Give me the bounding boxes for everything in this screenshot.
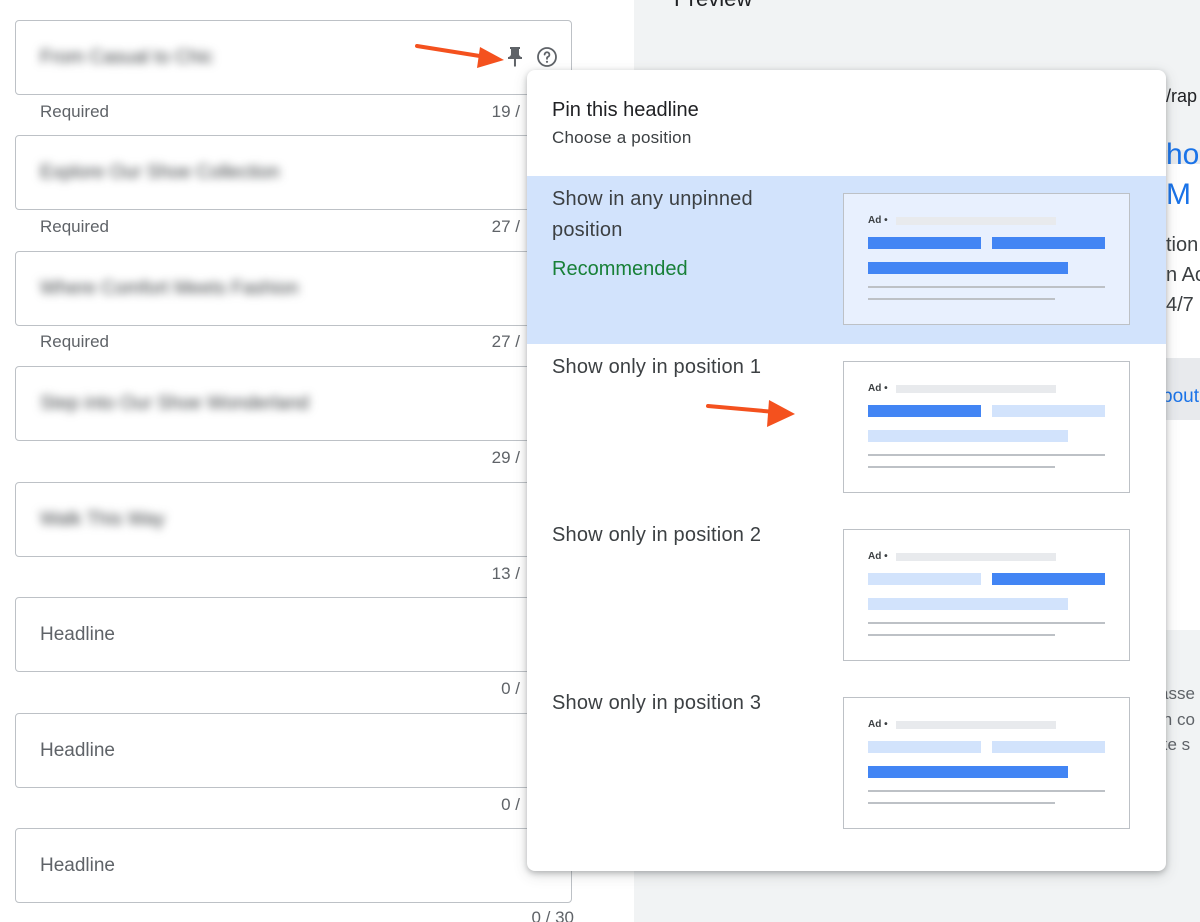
preview-link[interactable]: bout — [1162, 386, 1200, 408]
thumb-headline-2 — [992, 237, 1105, 249]
thumb-headline-2 — [992, 741, 1105, 753]
thumb-ad-label: Ad • — [868, 551, 888, 562]
thumb-headline-3 — [868, 598, 1068, 610]
headline-value: Walk This Way — [40, 508, 165, 530]
popup-title: Pin this headline — [552, 99, 699, 121]
thumb-desc-line — [868, 298, 1055, 300]
headline-placeholder: Headline — [40, 739, 115, 761]
headline-value: Step into Our Shoe Wonderland — [40, 392, 309, 414]
ad-layout-thumbnail: Ad • — [843, 697, 1130, 829]
option-label: Show only in position 2 — [552, 524, 762, 546]
help-circle-icon[interactable] — [535, 45, 559, 69]
thumb-desc-line — [868, 622, 1105, 624]
preview-description: 4/7 — [1166, 294, 1194, 316]
preview-description: n Ac — [1166, 264, 1200, 286]
field-helper-text: Required — [40, 102, 109, 121]
thumb-desc-line — [868, 286, 1105, 288]
thumb-url-bar — [896, 721, 1056, 729]
thumb-headline-2 — [992, 405, 1105, 417]
preview-description: tion — [1166, 234, 1199, 256]
option-any-unpinned-position[interactable]: Show in any unpinned position Recommende… — [527, 176, 1166, 344]
option-label: Show in any unpinned position — [552, 188, 753, 241]
thumb-headline-1 — [868, 741, 981, 753]
thumb-headline-3 — [868, 430, 1068, 442]
character-count: 27 / — [491, 217, 520, 236]
thumb-headline-1 — [868, 237, 981, 249]
thumb-desc-line — [868, 802, 1055, 804]
headline-value: Explore Our Shoe Collection — [40, 161, 280, 183]
headline-form: From Casual to Chic Required 19 / Explor… — [0, 0, 598, 922]
arrow-right-icon — [706, 400, 795, 427]
thumb-ad-label: Ad • — [868, 383, 888, 394]
thumb-url-bar — [896, 217, 1056, 225]
thumb-headline-3 — [868, 766, 1068, 778]
headline-value: From Casual to Chic — [40, 46, 214, 68]
thumb-desc-line — [868, 466, 1055, 468]
thumb-ad-label: Ad • — [868, 215, 888, 226]
character-count: 27 / — [491, 332, 520, 351]
popup-subtitle: Choose a position — [552, 128, 692, 147]
character-count: 0 / — [501, 795, 520, 814]
character-count: 29 / — [491, 448, 520, 467]
ad-layout-thumbnail: Ad • — [843, 529, 1130, 661]
field-helper-text: Required — [40, 217, 109, 236]
thumb-desc-line — [868, 790, 1105, 792]
preview-display-url: /rap — [1166, 86, 1198, 106]
headline-field-2[interactable]: Explore Our Shoe Collection — [15, 135, 572, 210]
preview-headline[interactable]: M — [1166, 178, 1200, 212]
headline-field-3[interactable]: Where Comfort Meets Fashion — [15, 251, 572, 326]
preview-title: Preview — [674, 0, 752, 12]
pin-icon[interactable] — [503, 45, 527, 69]
thumb-desc-line — [868, 454, 1105, 456]
headline-placeholder: Headline — [40, 623, 115, 645]
character-count: 19 / — [491, 102, 520, 121]
headline-field-8[interactable]: Headline — [15, 828, 572, 903]
pin-headline-popup: Pin this headline Choose a position Show… — [527, 70, 1166, 871]
thumb-url-bar — [896, 385, 1056, 393]
thumb-ad-label: Ad • — [868, 719, 888, 730]
option-position-3[interactable]: Show only in position 3 Ad • — [527, 680, 1166, 848]
option-label: Show only in position 3 — [552, 692, 762, 714]
character-count: 13 / — [491, 564, 520, 583]
ad-layout-thumbnail: Ad • — [843, 361, 1130, 493]
headline-field-4[interactable]: Step into Our Shoe Wonderland — [15, 366, 572, 441]
thumb-headline-3 — [868, 262, 1068, 274]
character-count: 0 / 30 — [531, 908, 574, 922]
thumb-headline-2 — [992, 573, 1105, 585]
recommended-badge: Recommended — [552, 258, 688, 280]
headline-placeholder: Headline — [40, 854, 115, 876]
headline-field-7[interactable]: Headline — [15, 713, 572, 788]
thumb-desc-line — [868, 634, 1055, 636]
preview-headline[interactable]: ho — [1166, 138, 1200, 172]
field-helper-text: Required — [40, 332, 109, 351]
character-count: 0 / — [501, 679, 520, 698]
headline-value: Where Comfort Meets Fashion — [40, 277, 299, 299]
headline-field-6[interactable]: Headline — [15, 597, 572, 672]
headline-field-5[interactable]: Walk This Way — [15, 482, 572, 557]
ad-layout-thumbnail: Ad • — [843, 193, 1130, 325]
option-position-1[interactable]: Show only in position 1 Ad • — [527, 344, 1166, 512]
thumb-headline-1 — [868, 405, 981, 417]
thumb-headline-1 — [868, 573, 981, 585]
arrow-right-icon — [415, 44, 504, 68]
option-position-2[interactable]: Show only in position 2 Ad • — [527, 512, 1166, 680]
option-label: Show only in position 1 — [552, 356, 762, 378]
thumb-url-bar — [896, 553, 1056, 561]
